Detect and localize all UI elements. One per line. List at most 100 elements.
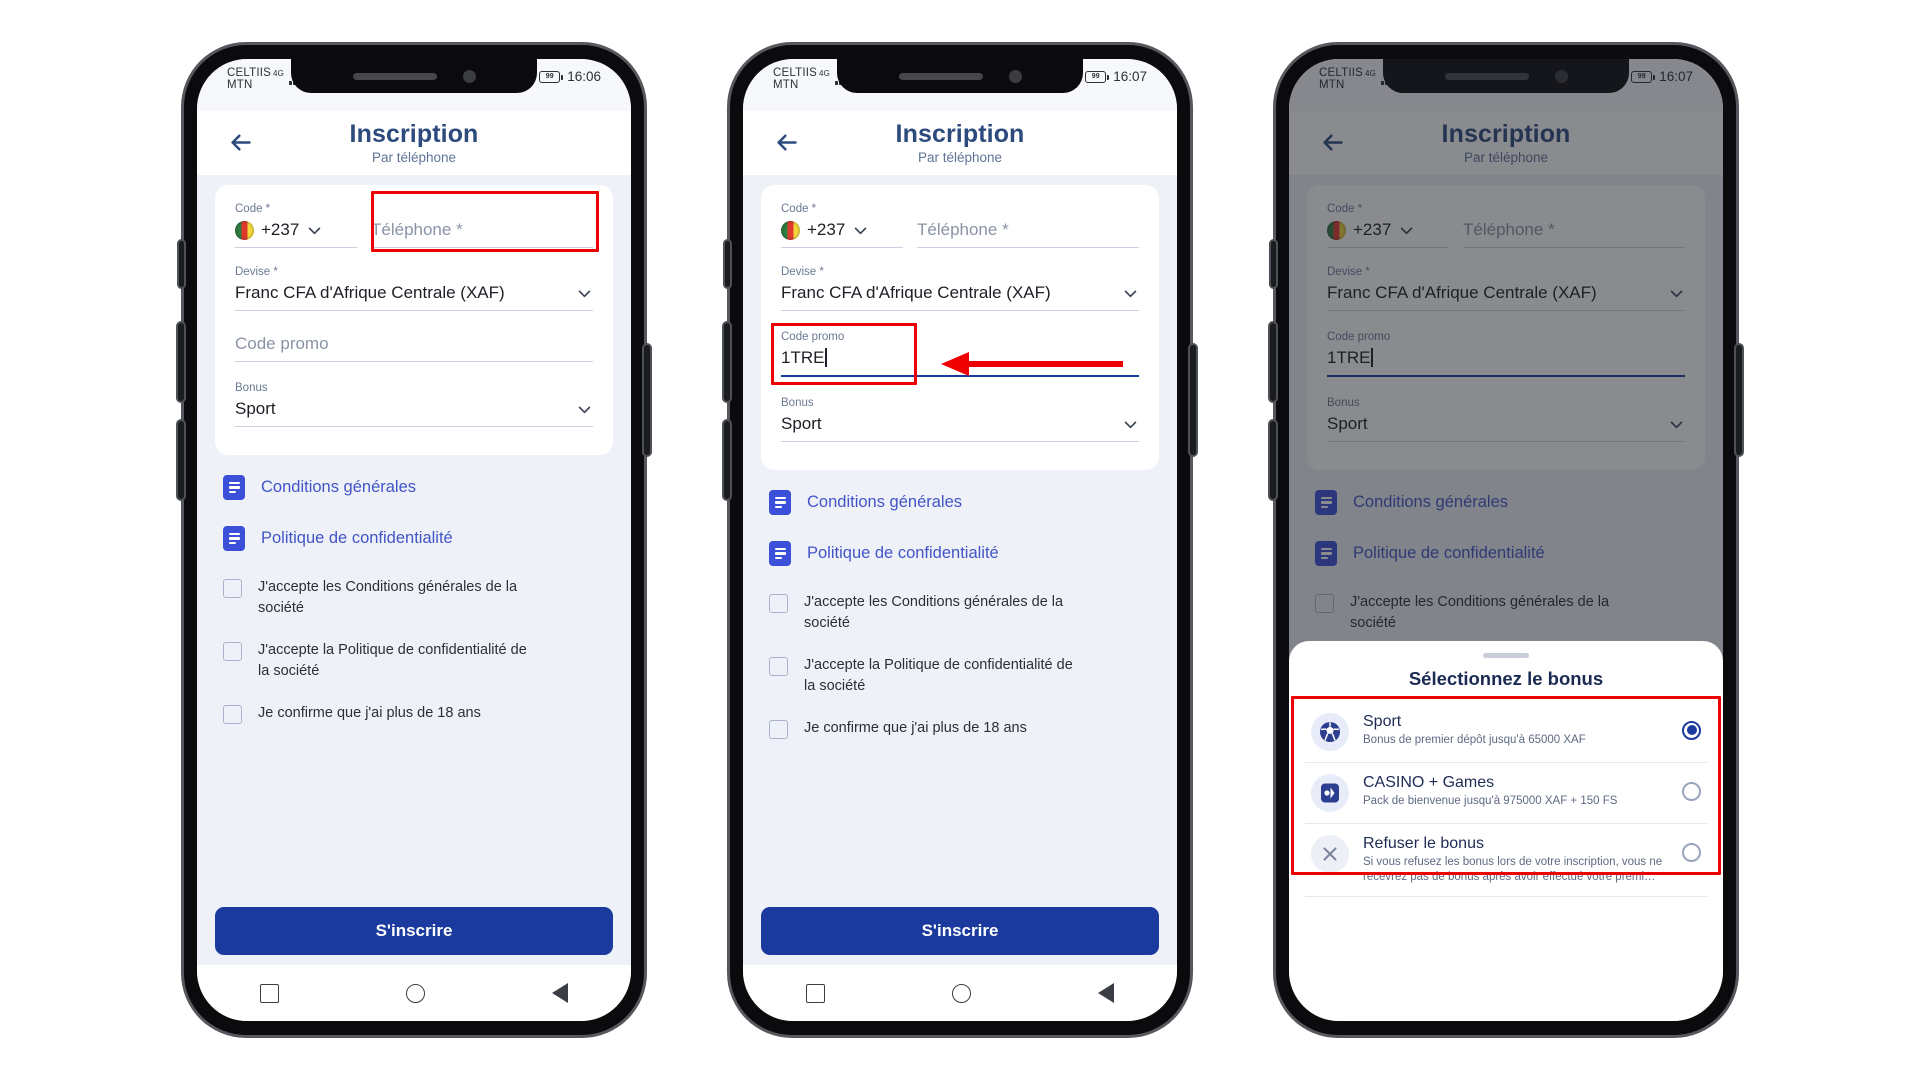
bonus-options-list: Sport Bonus de premier dépôt jusqu'à 650… [1289, 695, 1723, 897]
close-circle-icon [1311, 834, 1349, 873]
chevron-down-icon [306, 222, 323, 239]
phone-1-header-titles: Inscription Par téléphone [197, 120, 631, 165]
phone-number-placeholder: Téléphone * [917, 220, 1009, 239]
country-code-select[interactable]: Code * +237 [781, 203, 903, 248]
promo-code-input[interactable]: Code promo [235, 331, 593, 362]
phone-1-status-right: 99 16:06 [539, 67, 601, 84]
football-icon [1311, 712, 1349, 751]
chevron-down-icon [576, 285, 593, 302]
privacy-link[interactable]: Politique de confidentialité [223, 526, 605, 551]
phone-2-header-titles: Inscription Par téléphone [743, 120, 1177, 165]
phone-2-registration-card: Code * +237 Téléphone * Devise * Franc C… [761, 185, 1159, 470]
phone-2-mute-button[interactable] [725, 241, 730, 287]
phone-3-screen: CELTIIS 4G MTN 99 16:07 [1289, 59, 1723, 1021]
consent-terms-row[interactable]: J'accepte les Conditions générales de la… [769, 592, 1151, 634]
triangle-back-icon[interactable] [551, 983, 568, 1003]
register-button[interactable]: S'inscrire [215, 907, 613, 955]
bonus-select[interactable]: Bonus Sport [235, 382, 593, 427]
consent-age-row[interactable]: Je confirme que j'ai plus de 18 ans [223, 703, 605, 725]
circle-icon[interactable] [405, 983, 425, 1003]
consent-privacy-checkbox[interactable] [769, 657, 788, 677]
consent-terms-label: J'accepte les Conditions générales de la… [804, 594, 1064, 632]
consent-privacy-row[interactable]: J'accepte la Politique de confidentialit… [223, 640, 605, 682]
privacy-link-label: Politique de confidentialité [807, 544, 999, 562]
phone-1-mute-button[interactable] [179, 241, 184, 287]
phone-2-carrier-name-2: MTN [773, 79, 799, 92]
phone-3-volume-down-button[interactable] [1270, 421, 1276, 499]
bonus-option-radio[interactable] [1682, 842, 1701, 862]
battery-icon: 99 [539, 70, 563, 83]
phone-3-volume-up-button[interactable] [1270, 323, 1276, 401]
back-arrow-icon[interactable] [769, 125, 803, 159]
phone-1-registration-card: Code * +237 Téléphone * Devise * Franc C… [215, 185, 613, 455]
bonus-bottom-sheet: Sélectionnez le bonus Sport Bonus de pre… [1289, 641, 1723, 1021]
promo-code-value: 1TRE [781, 348, 825, 367]
phone-2-content: Code * +237 Téléphone * Devise * Franc C… [743, 175, 1177, 893]
bonus-sheet-title: Sélectionnez le bonus [1408, 667, 1604, 689]
currency-select[interactable]: Devise * Franc CFA d'Afrique Centrale (X… [781, 266, 1139, 311]
promo-code-input[interactable]: Code promo 1TRE [771, 323, 1139, 385]
phone-2-battery-level: 99 [1091, 73, 1100, 80]
bonus-option-refuse[interactable]: Refuser le bonus Si vous refusez les bon… [1305, 824, 1707, 897]
consent-age-checkbox[interactable] [223, 705, 242, 725]
country-flag-icon [235, 220, 254, 240]
phone-2-submit-area: S'inscrire [743, 893, 1177, 965]
phone-1-volume-down-button[interactable] [178, 421, 184, 499]
currency-select[interactable]: Devise * Franc CFA d'Afrique Centrale (X… [235, 266, 593, 311]
screenshot-stage: CELTIIS 4G MTN 99 16:06 Inscription Par … [0, 0, 1920, 1080]
phone-1-volume-up-button[interactable] [178, 323, 184, 401]
phone-2-volume-down-button[interactable] [724, 421, 730, 499]
phone-number-input[interactable]: Téléphone * [371, 217, 593, 248]
battery-icon: 99 [1085, 70, 1109, 83]
circle-icon[interactable] [951, 983, 971, 1003]
consent-terms-checkbox[interactable] [223, 579, 242, 598]
phone-1-battery-level: 99 [545, 73, 554, 80]
phone-2: CELTIIS 4G MTN 99 16:07 Inscription Par … [724, 45, 1196, 1035]
phone-2-status-bar: CELTIIS 4G MTN 99 16:07 [743, 59, 1177, 111]
promo-code-placeholder: Code promo [235, 334, 329, 353]
phone-2-clock: 16:07 [1113, 69, 1147, 84]
consent-terms-row[interactable]: J'accepte les Conditions générales de la… [223, 577, 605, 619]
privacy-link[interactable]: Politique de confidentialité [769, 541, 1151, 566]
terms-link[interactable]: Conditions générales [223, 475, 605, 500]
bonus-option-description: Bonus de premier dépôt jusqu'à 65000 XAF [1363, 733, 1586, 746]
phone-2-volume-up-button[interactable] [724, 323, 730, 401]
phone-1-status-bar: CELTIIS 4G MTN 99 16:06 [197, 59, 631, 111]
country-code-select[interactable]: Code * +237 [235, 203, 357, 248]
phone-2-power-button[interactable] [1190, 345, 1196, 455]
phone-2-nav-bar [743, 965, 1177, 1021]
bonus-select[interactable]: Bonus Sport [781, 397, 1139, 442]
consent-age-row[interactable]: Je confirme que j'ai plus de 18 ans [769, 718, 1151, 740]
phone-3-mute-button[interactable] [1271, 241, 1276, 287]
phone-number-input[interactable]: Téléphone * [917, 217, 1139, 248]
phone-1-submit-area: S'inscrire [197, 893, 631, 965]
page-title: Inscription [349, 119, 479, 148]
page-subtitle: Par téléphone [917, 149, 1003, 165]
earpiece-speaker [352, 72, 437, 80]
consent-privacy-checkbox[interactable] [223, 642, 242, 662]
consent-privacy-row[interactable]: J'accepte la Politique de confidentialit… [769, 655, 1151, 697]
terms-link[interactable]: Conditions générales [769, 490, 1151, 515]
register-button[interactable]: S'inscrire [761, 907, 1159, 955]
consent-terms-checkbox[interactable] [769, 594, 788, 613]
square-icon[interactable] [806, 983, 826, 1003]
phone-1-power-button[interactable] [644, 345, 650, 455]
privacy-link-label: Politique de confidentialité [261, 529, 453, 547]
phone-2-network-type: 4G [819, 69, 831, 78]
triangle-back-icon[interactable] [1097, 983, 1114, 1003]
consent-age-checkbox[interactable] [769, 720, 788, 740]
bonus-option-radio[interactable] [1682, 781, 1701, 801]
country-code-label: Code * [235, 203, 271, 215]
back-arrow-icon[interactable] [223, 125, 257, 159]
consent-age-label: Je confirme que j'ai plus de 18 ans [804, 720, 1027, 737]
consent-age-label: Je confirme que j'ai plus de 18 ans [258, 705, 481, 722]
bonus-option-radio-selected[interactable] [1682, 720, 1701, 740]
phone-1-phone-row: Code * +237 Téléphone * [235, 191, 599, 252]
sheet-drag-handle[interactable] [1483, 653, 1529, 658]
square-icon[interactable] [260, 983, 280, 1003]
terms-link-label: Conditions générales [261, 478, 417, 496]
bonus-option-casino[interactable]: CASINO + Games Pack de bienvenue jusqu'à… [1305, 763, 1707, 824]
phone-1-network-type: 4G [273, 69, 285, 78]
phone-3-power-button[interactable] [1736, 345, 1742, 455]
bonus-option-sport[interactable]: Sport Bonus de premier dépôt jusqu'à 650… [1305, 702, 1707, 763]
